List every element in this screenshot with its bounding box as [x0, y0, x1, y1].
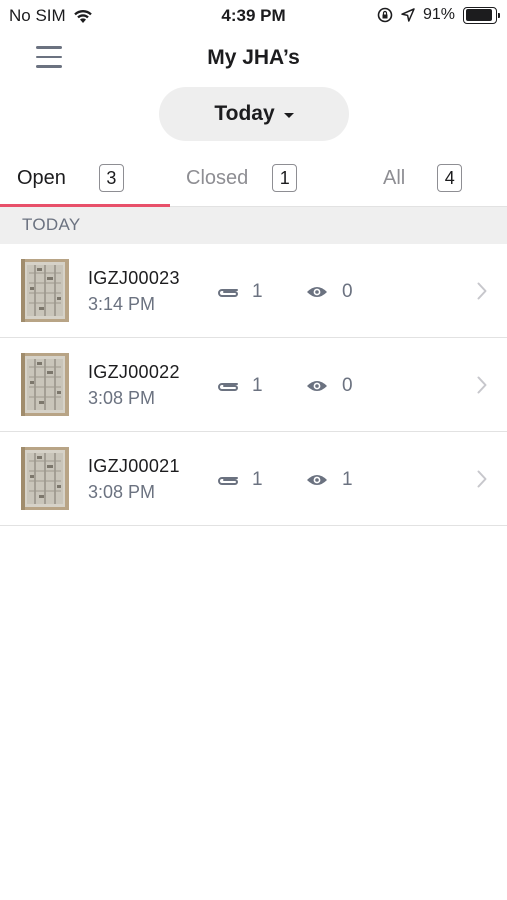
thumbnail-image — [21, 353, 69, 416]
battery-fill — [465, 9, 492, 21]
tab-bar: Open 3 Closed 1 All 4 — [0, 150, 507, 207]
paperclip-icon — [218, 289, 238, 297]
section-header: TODAY — [0, 207, 507, 244]
chevron-right-icon — [477, 282, 487, 300]
list-item[interactable]: IGZJ00023 3:14 PM 1 0 — [0, 244, 507, 338]
date-filter-label: Today — [214, 102, 275, 125]
item-time: 3:08 PM — [88, 482, 156, 502]
caret-down-icon — [283, 112, 294, 118]
nav-bar: My JHA’s — [0, 32, 507, 84]
tab-closed[interactable]: Closed 1 — [186, 150, 298, 206]
date-filter-button[interactable]: Today — [159, 87, 349, 141]
page-title: My JHA’s — [207, 46, 300, 69]
item-id: IGZJ00023 — [88, 268, 180, 288]
attachment-count: 1 — [216, 469, 263, 491]
item-id: IGZJ00022 — [88, 362, 180, 382]
tab-open[interactable]: Open 3 — [17, 150, 124, 206]
view-count: 1 — [306, 469, 353, 491]
view-count-value: 0 — [342, 281, 353, 302]
list-item[interactable]: IGZJ00021 3:08 PM 1 1 — [0, 432, 507, 526]
item-id: IGZJ00021 — [88, 456, 180, 476]
eye-icon — [307, 287, 327, 297]
item-time: 3:14 PM — [88, 294, 156, 314]
attachment-count-value: 1 — [252, 281, 263, 302]
item-time: 3:08 PM — [88, 388, 156, 408]
status-bar-right: 91% — [369, 6, 500, 24]
thumbnail-image — [21, 447, 69, 510]
chevron-right-icon — [477, 470, 487, 488]
eye-icon — [307, 381, 327, 391]
tab-closed-label: Closed — [186, 166, 249, 189]
attachment-count-value: 1 — [252, 375, 263, 396]
view-count: 0 — [306, 375, 353, 397]
thumbnail-image — [21, 259, 69, 322]
eye-icon — [307, 475, 327, 485]
tab-all-count: 4 — [437, 164, 463, 192]
orientation-lock-icon — [377, 7, 393, 23]
tab-open-count: 3 — [98, 164, 124, 192]
list-item[interactable]: IGZJ00022 3:08 PM 1 0 — [0, 338, 507, 432]
view-count-value: 0 — [342, 375, 353, 396]
tab-all[interactable]: All 4 — [383, 150, 463, 206]
paperclip-icon — [218, 383, 238, 391]
battery-icon — [463, 6, 500, 24]
tab-closed-count: 1 — [272, 164, 298, 192]
status-bar: No SIM 4:39 PM 91% — [0, 0, 507, 32]
view-count-value: 1 — [342, 469, 353, 490]
attachment-count-value: 1 — [252, 469, 263, 490]
tab-open-label: Open — [17, 166, 66, 189]
attachment-count: 1 — [216, 375, 263, 397]
paperclip-icon — [218, 477, 238, 485]
chevron-right-icon — [477, 376, 487, 394]
battery-percent: 91% — [422, 6, 455, 23]
jha-list: IGZJ00023 3:14 PM 1 0 IGZJ00022 3:08 PM … — [0, 244, 507, 526]
attachment-count: 1 — [216, 281, 263, 303]
tab-all-label: All — [383, 166, 406, 189]
view-count: 0 — [306, 281, 353, 303]
location-arrow-icon — [401, 8, 415, 22]
